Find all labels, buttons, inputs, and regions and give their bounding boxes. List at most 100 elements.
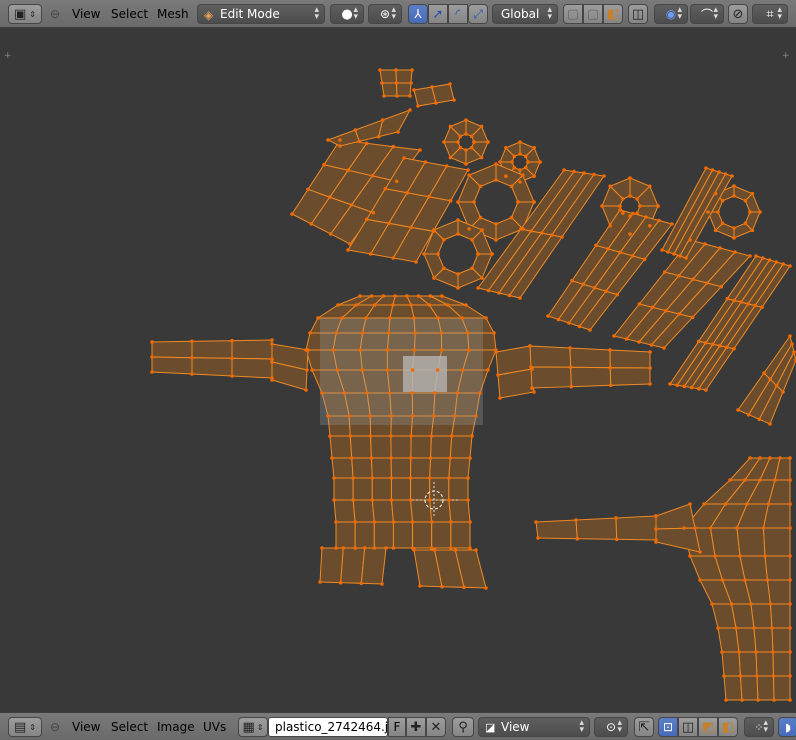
torso-uv-island[interactable] bbox=[410, 499, 433, 523]
uv-vertex[interactable] bbox=[688, 554, 692, 558]
uv-vertex[interactable] bbox=[410, 391, 415, 395]
uv-vertex[interactable] bbox=[429, 434, 434, 438]
uv-vertex[interactable] bbox=[708, 526, 713, 530]
viewport-shading-dropdown[interactable]: ● ▴ ▾ bbox=[330, 4, 364, 24]
uv-vertex[interactable] bbox=[758, 210, 762, 214]
uv-vertex[interactable] bbox=[308, 331, 312, 335]
uv-vertex[interactable] bbox=[331, 348, 335, 352]
uv-vertex[interactable] bbox=[464, 118, 468, 122]
uv-vertex[interactable] bbox=[650, 305, 655, 310]
torso-uv-island[interactable] bbox=[449, 435, 473, 459]
uv-vertex[interactable] bbox=[316, 316, 320, 320]
uv-vertex[interactable] bbox=[763, 554, 767, 558]
uv-vertex[interactable] bbox=[698, 578, 702, 582]
uv-vertex[interactable] bbox=[704, 166, 708, 170]
uv-vertex[interactable] bbox=[456, 286, 460, 290]
uv-vertex[interactable] bbox=[772, 698, 776, 702]
uv-vertex[interactable] bbox=[735, 526, 739, 530]
uv-vertex[interactable] bbox=[430, 85, 434, 89]
uv-vertex[interactable] bbox=[612, 334, 616, 338]
uv-vertex[interactable] bbox=[594, 243, 598, 248]
torso-uv-island[interactable] bbox=[429, 477, 450, 501]
uv-vertex[interactable] bbox=[724, 698, 728, 702]
uv-vertex[interactable] bbox=[530, 386, 534, 390]
body-uv-island[interactable] bbox=[755, 651, 775, 677]
uv-vertex[interactable] bbox=[656, 204, 660, 208]
uv-vertex[interactable] bbox=[455, 391, 460, 395]
uv-vertex[interactable] bbox=[703, 242, 707, 246]
uv-vertex[interactable] bbox=[516, 200, 520, 204]
uv-vertex[interactable] bbox=[496, 373, 500, 377]
uv-vertex[interactable] bbox=[713, 554, 717, 558]
uv-vertex[interactable] bbox=[723, 172, 728, 176]
falloff-dropdown[interactable]: ⌒ ▴ ▾ bbox=[690, 4, 724, 24]
display-mode-dropdown[interactable]: ◪ View ▴ ▾ bbox=[478, 717, 590, 737]
left-arm-uv-island[interactable] bbox=[231, 339, 273, 360]
uv-vertex[interactable] bbox=[734, 626, 738, 630]
uv-vertex[interactable] bbox=[270, 338, 274, 342]
uv-vertex[interactable] bbox=[574, 518, 578, 522]
uv-vertex[interactable] bbox=[642, 257, 647, 262]
uv-vertex[interactable] bbox=[342, 391, 347, 395]
uv-vertex[interactable] bbox=[771, 674, 776, 678]
uv-vertex[interactable] bbox=[720, 578, 725, 582]
uv-vertex[interactable] bbox=[510, 160, 514, 164]
uv-vertex[interactable] bbox=[504, 146, 508, 150]
uv-vertex[interactable] bbox=[606, 247, 610, 251]
uv-vertex[interactable] bbox=[746, 302, 750, 306]
uv-vertex[interactable] bbox=[723, 502, 728, 506]
uv-vertex[interactable] bbox=[757, 417, 762, 422]
uv-vertex[interactable] bbox=[479, 155, 484, 160]
uv-vertex[interactable] bbox=[353, 546, 357, 550]
right-arm-uv-island[interactable] bbox=[529, 345, 572, 368]
uv-vertex[interactable] bbox=[788, 478, 792, 482]
uv-vertex[interactable] bbox=[792, 350, 796, 354]
uv-vertex[interactable] bbox=[360, 331, 365, 335]
lower-arm-uv-island[interactable] bbox=[535, 519, 578, 540]
uv-vertex[interactable] bbox=[445, 303, 450, 307]
uv-vertex[interactable] bbox=[628, 194, 632, 198]
uv-vertex[interactable] bbox=[781, 390, 785, 394]
uv-vertex[interactable] bbox=[698, 550, 702, 554]
body-uv-island[interactable] bbox=[709, 527, 741, 557]
body-side-uv-island[interactable] bbox=[655, 527, 701, 553]
torso-uv-island[interactable] bbox=[390, 477, 412, 501]
uv-vertex[interactable] bbox=[353, 128, 358, 132]
uv-vertex[interactable] bbox=[230, 374, 234, 378]
uv-vertex[interactable] bbox=[693, 526, 697, 530]
uv-vertex[interactable] bbox=[326, 414, 330, 418]
uv-vertex[interactable] bbox=[532, 146, 536, 150]
body-uv-island[interactable] bbox=[739, 555, 769, 581]
uv-vertex[interactable] bbox=[360, 368, 365, 372]
uv-vertex[interactable] bbox=[435, 368, 440, 372]
uv-vertex[interactable] bbox=[696, 339, 701, 344]
uv-vertex[interactable] bbox=[732, 226, 736, 230]
uv-vertex[interactable] bbox=[504, 174, 508, 178]
uv-vertex[interactable] bbox=[372, 520, 377, 524]
uv-vertex[interactable] bbox=[385, 368, 390, 372]
uv-vertex[interactable] bbox=[768, 602, 773, 606]
uv-vertex[interactable] bbox=[353, 520, 357, 524]
uv-vertex[interactable] bbox=[349, 203, 354, 207]
torso-uv-island[interactable] bbox=[431, 521, 452, 549]
uv-vertex[interactable] bbox=[523, 154, 528, 159]
uv-vertex[interactable] bbox=[365, 391, 369, 395]
uv-vertex[interactable] bbox=[749, 602, 753, 606]
uv-vertex[interactable] bbox=[788, 578, 792, 582]
uv-vertex[interactable] bbox=[672, 252, 676, 256]
uv-vertex[interactable] bbox=[362, 546, 367, 550]
uv-vertex[interactable] bbox=[682, 384, 687, 389]
uv-vertex[interactable] bbox=[628, 214, 632, 218]
uv-vertex[interactable] bbox=[486, 140, 490, 144]
body-uv-island[interactable] bbox=[772, 675, 791, 701]
torso-uv-island[interactable] bbox=[373, 521, 394, 549]
tiny-island-1[interactable] bbox=[395, 69, 413, 84]
layer-toggle-1[interactable]: ▢ bbox=[563, 4, 583, 24]
uv-vertex[interactable] bbox=[618, 204, 622, 208]
uv-vertex[interactable] bbox=[684, 256, 688, 260]
uv-vertex[interactable] bbox=[732, 194, 736, 198]
layer-toggle-3[interactable]: ◧ bbox=[603, 4, 623, 24]
body-uv-island[interactable] bbox=[738, 651, 758, 677]
uv-vertex[interactable] bbox=[736, 408, 740, 412]
uv-vertex[interactable] bbox=[678, 254, 682, 258]
